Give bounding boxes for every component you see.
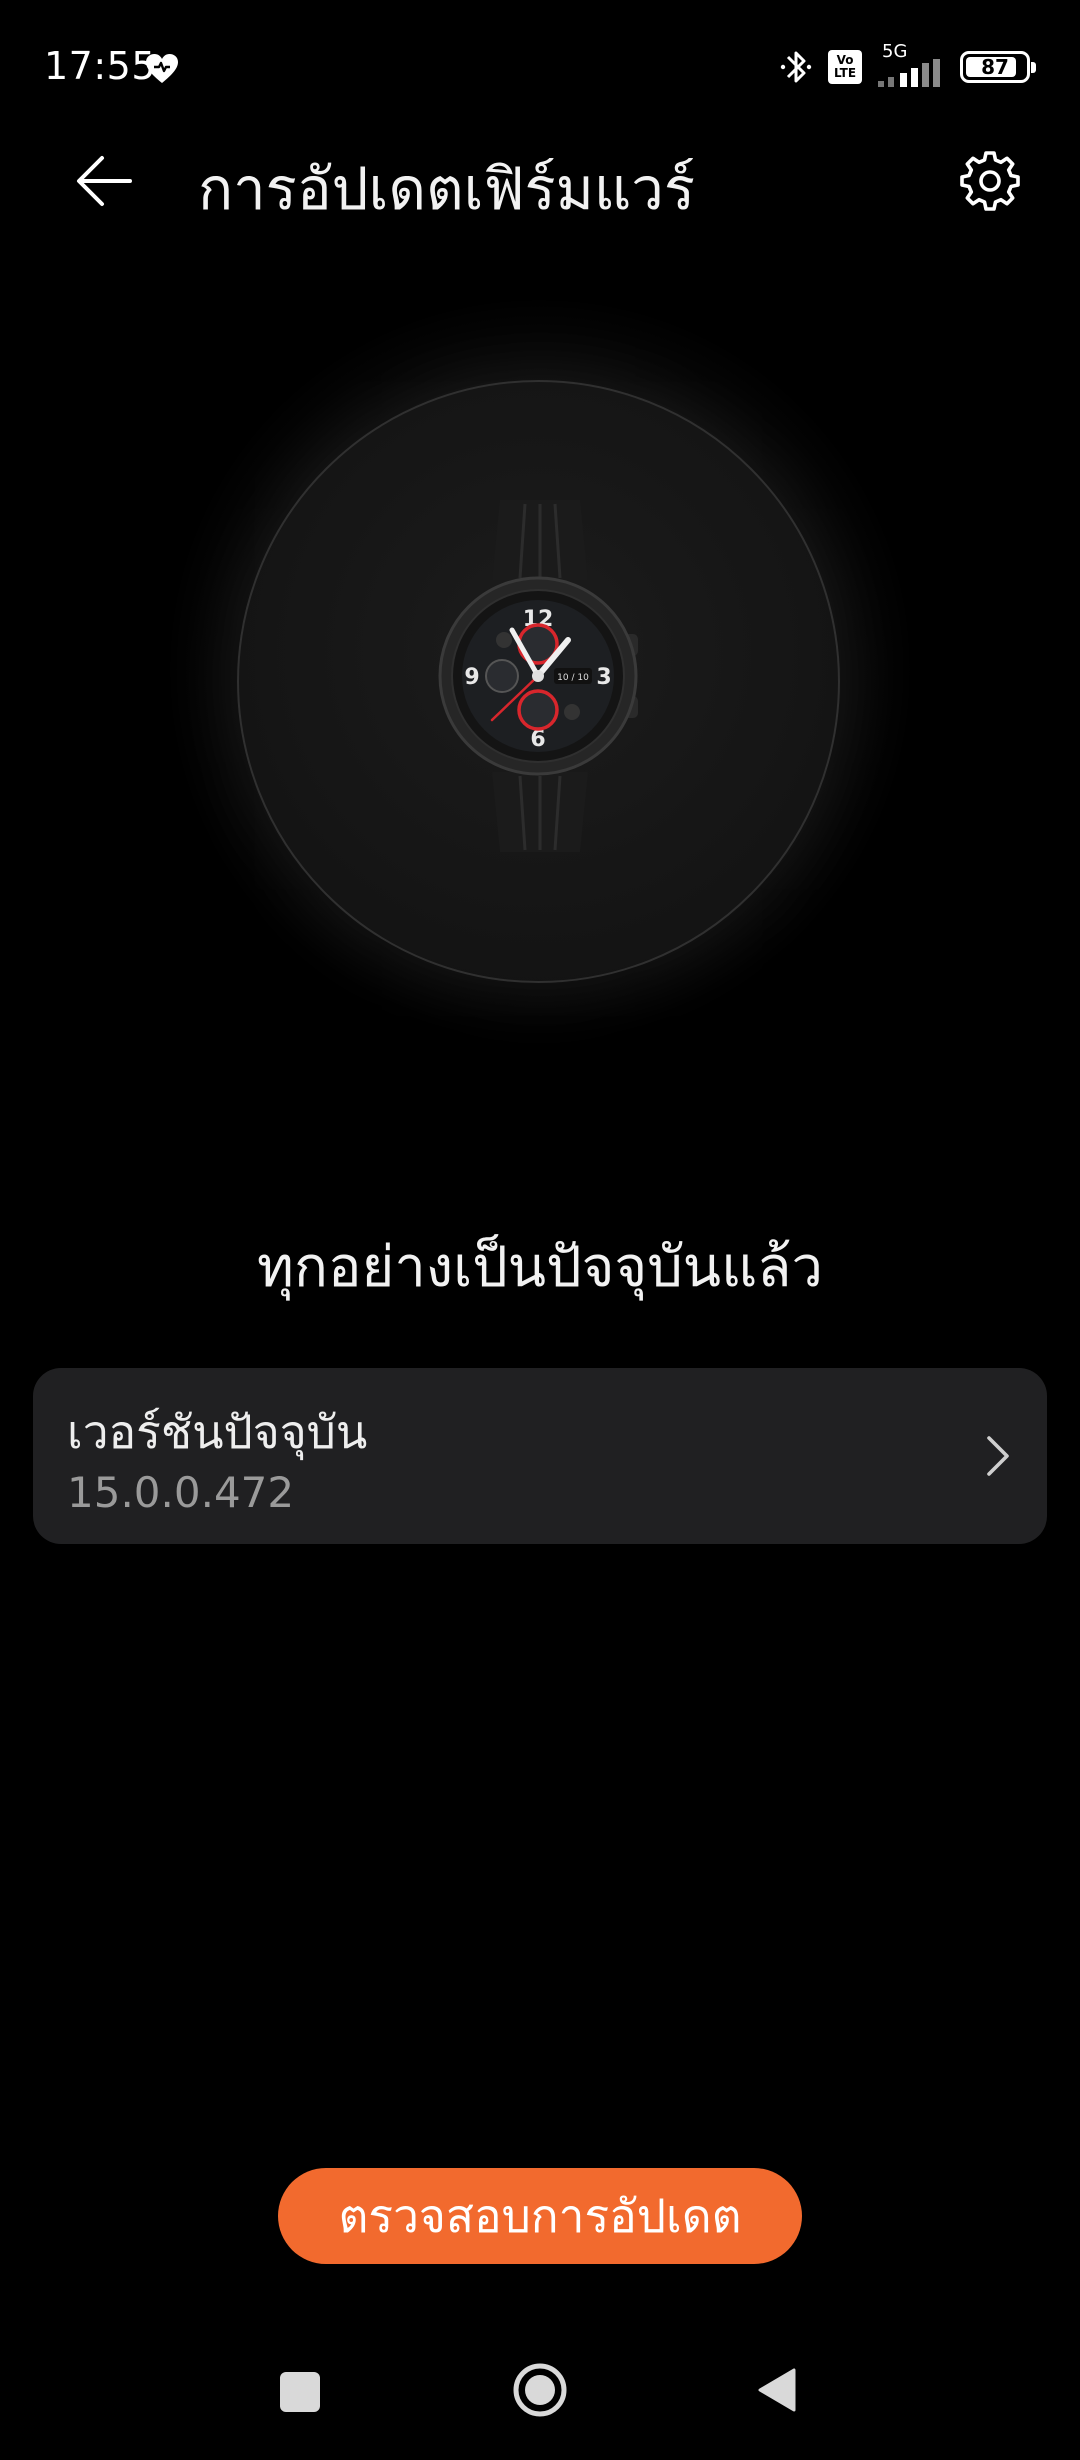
settings-button[interactable] [952,142,1028,218]
gear-icon [960,151,1020,211]
arrow-left-icon [77,156,132,206]
status-icons: Vo LTE 5G 87 [778,41,1036,90]
system-navigation-bar [0,2340,1080,2460]
status-time: 17:55 [44,44,157,88]
volte-bottom-label: LTE [833,66,857,80]
signal-indicator: 5G [876,41,946,87]
current-version-card[interactable]: เวอร์ชันปัจจุบัน 15.0.0.472 [33,1368,1047,1544]
update-status-message: ทุกอย่างเป็นปัจจุบันแล้ว [257,1235,823,1300]
current-version-value: 15.0.0.472 [67,1468,295,1517]
battery-icon: 87 [960,51,1036,83]
chevron-right-icon [987,1436,1009,1476]
recents-square-icon[interactable] [280,2372,320,2412]
back-triangle-icon[interactable] [756,2366,798,2414]
home-circle-icon[interactable] [512,2362,568,2418]
check-update-button[interactable]: ตรวจสอบการอัปเดต [278,2168,802,2264]
heart-icon [146,54,178,83]
smartwatch-image: 12 3 6 9 10 / 10 [438,500,638,852]
current-version-label: เวอร์ชันปัจจุบัน [67,1405,368,1459]
signal-bars-icon [878,59,940,87]
page-title: การอัปเดตเฟิร์มแวร์ [198,155,696,223]
watch-numeral-9: 9 [464,665,479,690]
watch-numeral-3: 3 [596,665,611,690]
back-button[interactable] [66,146,142,216]
app-bar: การอัปเดตเฟิร์มแวร์ [0,130,1080,230]
bluetooth-icon [780,51,812,83]
status-bar: 17:55 Vo LTE 5G 87 [0,0,1080,140]
volte-icon: Vo LTE [828,50,862,84]
battery-level: 87 [981,55,1009,79]
watch-date: 10 / 10 [557,673,589,683]
